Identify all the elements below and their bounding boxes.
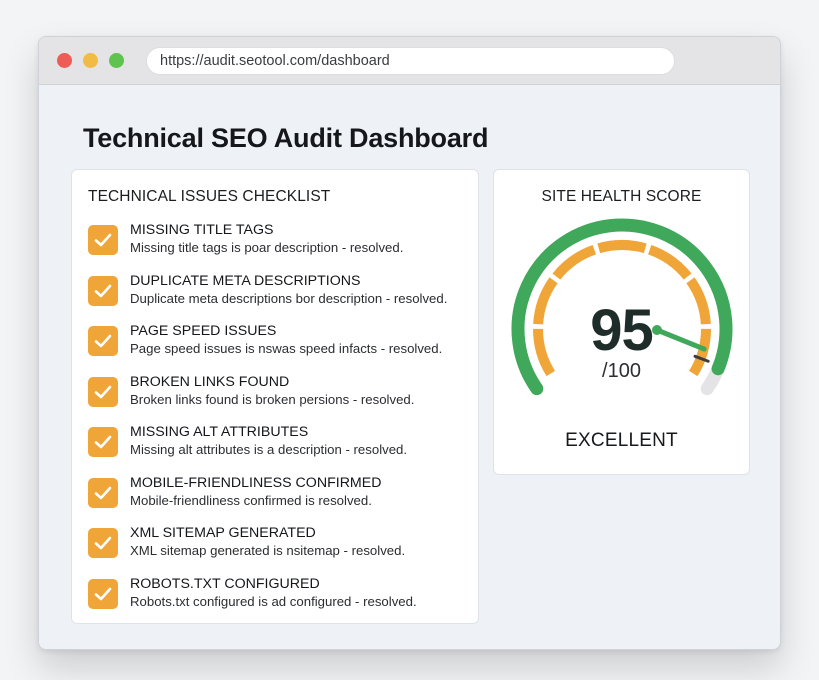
checklist-item-description: Mobile-friendliness confirmed is resolve… [130,492,372,508]
minimize-window-button[interactable] [83,53,98,68]
technical-issues-checklist-card: TECHNICAL ISSUES CHECKLIST MISSING TITLE… [71,169,479,624]
checklist-item: MISSING ALT ATTRIBUTES Missing alt attrib… [88,422,468,473]
checklist-item: ROBOTS.TXT CONFIGURED Robots.txt configur… [88,574,468,625]
checklist-title: TECHNICAL ISSUES CHECKLIST [88,188,331,205]
gauge-segment [552,244,597,280]
checkbox[interactable] [88,326,118,356]
check-icon [94,536,112,550]
checklist-items: MISSING TITLE TAGS Missing title tags is … [88,220,468,624]
checkbox[interactable] [88,376,118,407]
address-bar[interactable]: https://audit.seotool.com/dashboard [146,47,675,75]
check-icon [94,284,112,297]
maximize-window-button[interactable] [109,53,124,68]
checklist-item: XML SITEMAP GENERATED XML sitemap generat… [88,523,468,574]
checklist-item-description: Page speed issues is nswas speed infacts… [130,341,443,356]
checklist-item-title: MISSING ALT ATTRIBUTES [130,424,309,440]
checklist-item: MISSING TITLE TAGS Missing title tags is … [88,220,468,271]
checklist-item-title: MOBILE-FRIENDLINESS CONFIRMED [130,474,382,491]
site-health-score-card: SITE HEALTH SCORE 95 /100 EXCELLENT [493,169,750,475]
checklist-item-description: Missing alt attributes is a description … [130,442,408,457]
checkbox[interactable] [88,477,118,508]
page-title: Technical SEO Audit Dashboard [83,123,489,153]
checklist-item-description: Duplicate meta descriptions bor descript… [130,290,448,306]
checkbox[interactable] [88,427,118,457]
checklist-item-description: Robots.txt configured is ad configured -… [130,593,417,609]
checklist-item-title: DUPLICATE META DESCRIPTIONS [130,272,361,289]
check-icon [94,233,112,247]
browser-titlebar: https://audit.seotool.com/dashboard [39,37,780,85]
health-score-value: 95 [590,298,654,363]
health-score-title: SITE HEALTH SCORE [541,188,702,205]
checklist-item-description: Missing title tags is poar description -… [130,240,404,255]
checklist-item-title: XML SITEMAP GENERATED [130,525,316,541]
checklist-item-title: PAGE SPEED ISSUES [130,323,277,339]
gauge-segment [647,244,692,280]
check-icon [94,435,112,449]
checklist-item: PAGE SPEED ISSUES Page speed issues is ns… [88,321,468,372]
checkbox[interactable] [88,225,118,255]
checklist-item-description: Broken links found is broken persions - … [130,391,415,407]
checklist-item: MOBILE-FRIENDLINESS CONFIRMED Mobile-frie… [88,473,468,524]
check-icon [94,486,112,499]
checklist-item: DUPLICATE META DESCRIPTIONS Duplicate met… [88,271,468,322]
health-score-rating: EXCELLENT [565,430,678,451]
check-icon [94,587,112,600]
checklist-item-title: MISSING TITLE TAGS [130,222,274,238]
checkbox[interactable] [88,528,118,558]
checklist-item-title: BROKEN LINKS FOUND [130,373,290,390]
checklist-item: BROKEN LINKS FOUND Broken links found is … [88,372,468,423]
checkbox[interactable] [88,275,118,306]
check-icon [94,334,112,348]
close-window-button[interactable] [57,53,72,68]
gauge-segment [597,240,647,254]
checklist-item-description: XML sitemap generated is nsitemap - reso… [130,543,406,558]
browser-window: https://audit.seotool.com/dashboard Tech… [38,36,781,650]
checklist-item-title: ROBOTS.TXT CONFIGURED [130,575,320,592]
health-score-max: /100 [602,360,641,382]
check-icon [94,385,112,398]
checkbox[interactable] [88,578,118,609]
